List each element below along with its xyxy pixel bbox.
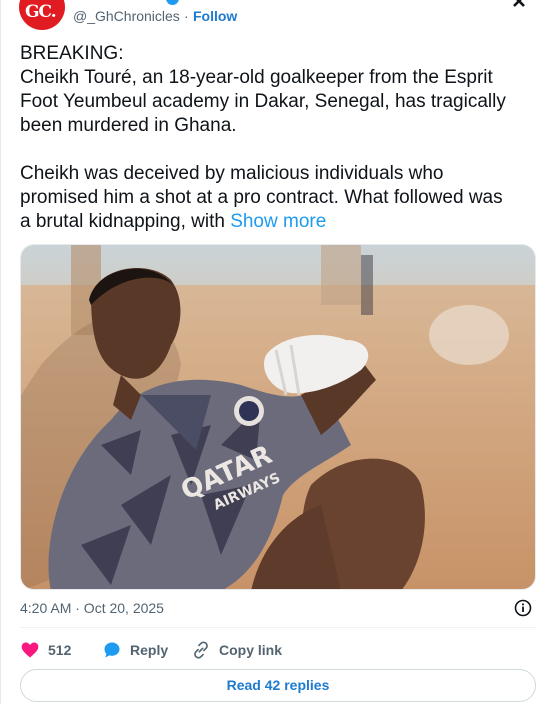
- tweet-line: Cheikh was deceived by malicious individ…: [20, 163, 444, 184]
- divider: [20, 627, 536, 628]
- reply-bubble-icon: [104, 642, 120, 658]
- user-handle[interactable]: @_GhChronicles: [73, 8, 180, 24]
- copy-link-label: Copy link: [219, 642, 283, 658]
- action-bar: 512 Reply Copy link: [20, 638, 536, 662]
- close-icon[interactable]: [510, 0, 534, 10]
- read-replies-button[interactable]: Read 42 replies: [20, 669, 536, 702]
- copy-link-button[interactable]: Copy link: [191, 638, 282, 662]
- tweet-header: GC. @_GhChronicles · Follow: [1, 0, 547, 36]
- separator-dot: ·: [184, 8, 189, 24]
- tweet-timestamp[interactable]: 4:20 AM · Oct 20, 2025: [20, 600, 164, 616]
- tweet-line-last: a brutal kidnapping, with Show more: [20, 210, 532, 234]
- reply-button[interactable]: Reply: [102, 638, 168, 662]
- like-button[interactable]: 512: [20, 638, 71, 662]
- photo-image: QATAR AIRWAYS: [21, 245, 535, 589]
- tweet-card: GC. @_GhChronicles · Follow BREAKING: Ch…: [0, 0, 547, 704]
- tweet-text: BREAKING: Cheikh Touré, an 18-year-old g…: [20, 42, 532, 234]
- tweet-line: Cheikh Touré, an 18-year-old goalkeeper …: [20, 67, 493, 88]
- tweet-line: BREAKING:: [20, 43, 124, 64]
- tweet-line: Foot Yeumbeul academy in Dakar, Senegal,…: [20, 91, 506, 112]
- reply-label: Reply: [130, 642, 169, 658]
- heart-icon: [21, 642, 39, 658]
- tweet-line: promised him a shot at a pro contract. W…: [20, 187, 503, 208]
- link-icon: [194, 641, 208, 659]
- show-more-link[interactable]: Show more: [230, 211, 326, 232]
- tweet-line-text: a brutal kidnapping, with: [20, 211, 231, 232]
- verified-badge-icon: [166, 0, 179, 5]
- tweet-photo[interactable]: QATAR AIRWAYS: [20, 244, 536, 590]
- info-icon[interactable]: [514, 599, 532, 617]
- avatar[interactable]: GC.: [19, 0, 65, 30]
- follow-button[interactable]: Follow: [193, 8, 237, 24]
- tweet-line: been murdered in Ghana.: [20, 115, 237, 136]
- like-count: 512: [48, 642, 72, 658]
- avatar-logo-text: GC.: [25, 2, 57, 22]
